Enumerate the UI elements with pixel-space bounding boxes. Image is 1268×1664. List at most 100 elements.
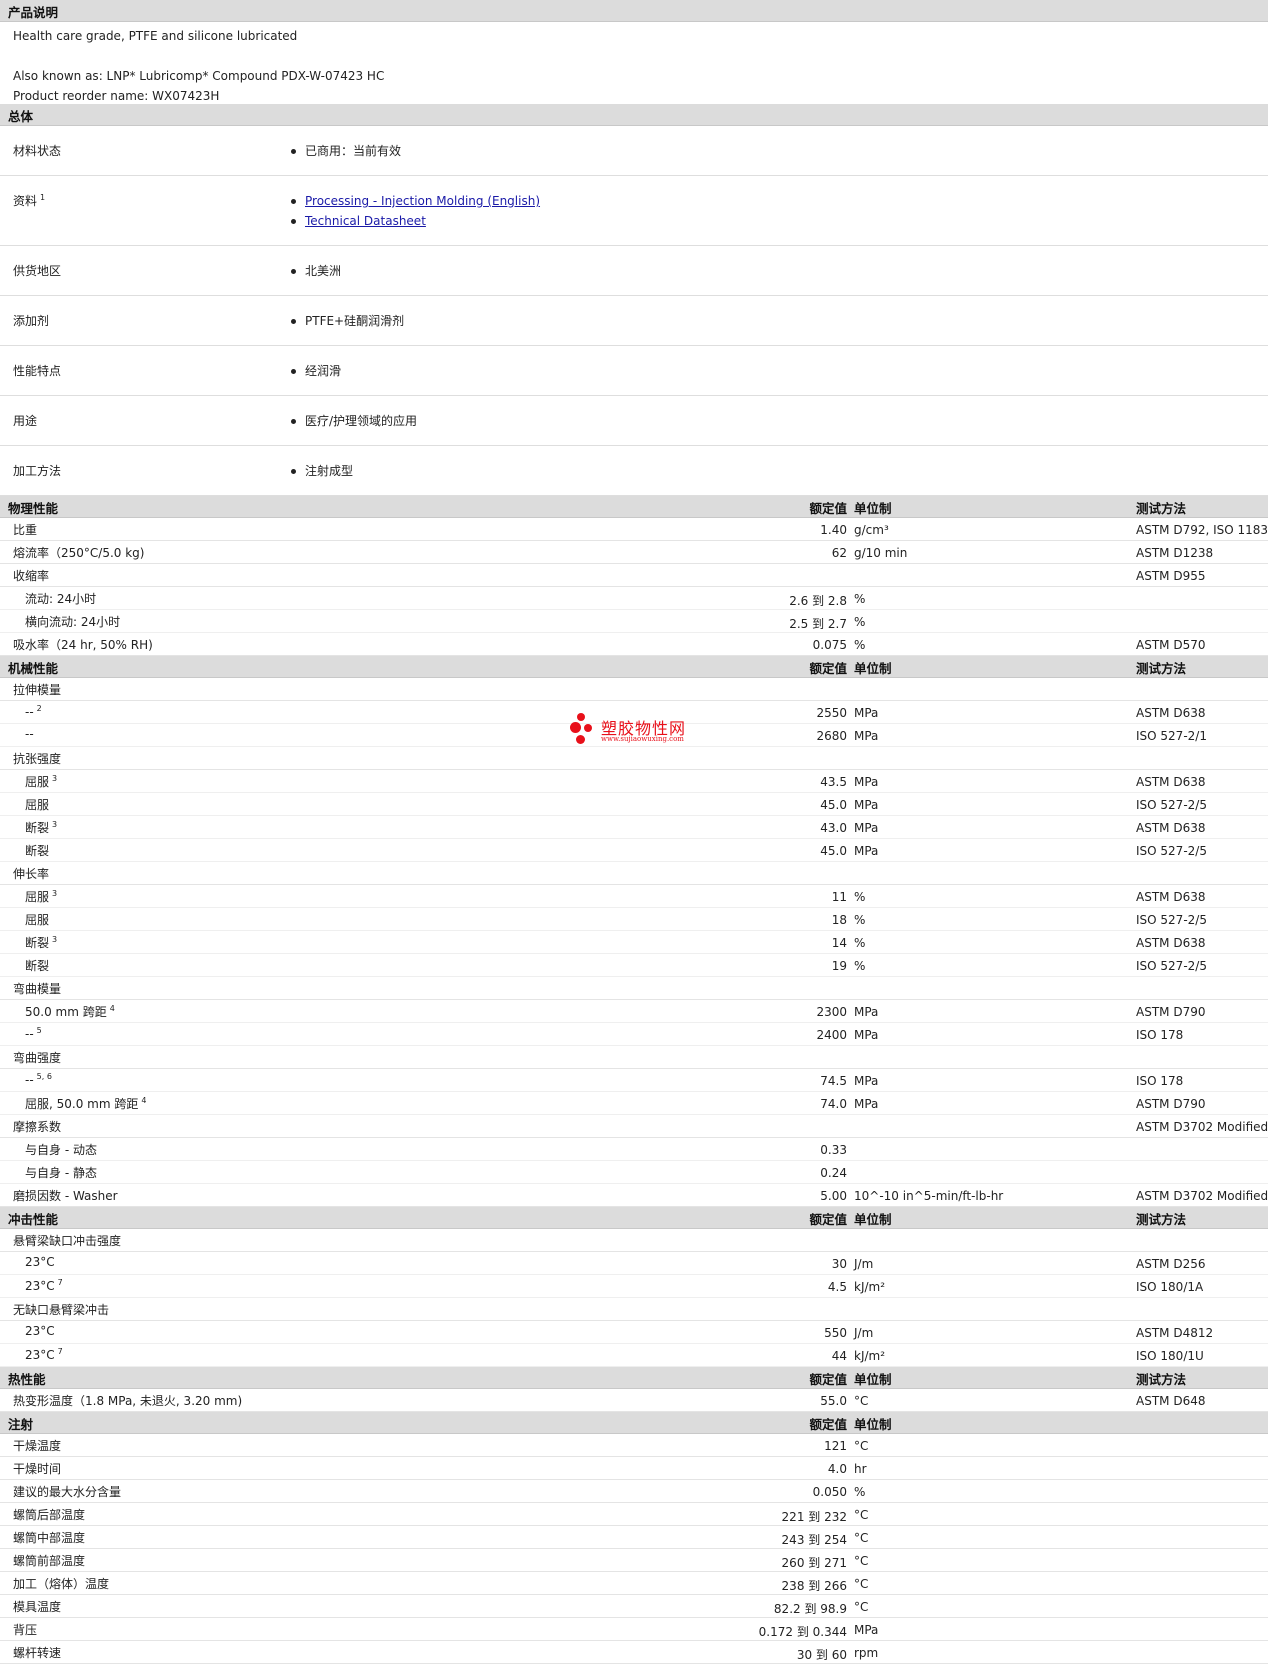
property-row: 屈服, 50.0 mm 跨距 4 74.0 MPa ASTM D790	[0, 1092, 1268, 1115]
test-method: ASTM D1238	[1136, 546, 1214, 560]
property-row: 横向流动: 24小时 2.5 到 2.7%	[0, 610, 1268, 633]
property-label: 流动: 24小时	[25, 590, 96, 607]
property-label: 断裂	[25, 957, 49, 974]
test-method: ASTM D638	[1136, 706, 1206, 720]
property-row: 屈服 3 43.5 MPa ASTM D638	[0, 770, 1268, 793]
property-row: 弯曲模量	[0, 977, 1268, 1000]
row-label: 性能特点	[13, 362, 61, 379]
document-link[interactable]: Processing - Injection Molding (English)	[305, 194, 540, 208]
property-label-text: 弯曲模量	[13, 982, 62, 996]
section-header-description: 产品说明	[0, 0, 1268, 22]
property-label-text: 热变形温度（1.8 MPa, 未退火, 3.20 mm)	[13, 1394, 243, 1408]
property-label-text: 断裂	[25, 821, 50, 835]
property-row: 干燥温度 121 °C	[0, 1434, 1268, 1457]
watermark-logo: 塑胶物性网 www.sujiaowuxing.com	[570, 713, 710, 747]
property-value: 260 到 271	[781, 1556, 847, 1570]
value-list: 医疗/护理领域的应用	[289, 408, 1268, 433]
section-title: 物理性能	[8, 501, 59, 516]
property-unit: 10^-10 in^5-min/ft-lb-hr	[854, 1189, 1004, 1203]
property-row: 断裂 45.0 MPa ISO 527-2/5	[0, 839, 1268, 862]
property-label: 屈服 3	[25, 888, 57, 905]
property-value: 221 到 232	[781, 1510, 847, 1524]
property-label: 熔流率（250°C/5.0 kg)	[13, 544, 144, 561]
general-row: 资料 1 Processing - Injection Molding (Engli…	[0, 188, 1268, 246]
document-link[interactable]: Technical Datasheet	[305, 214, 426, 228]
value-item: 注射成型	[289, 461, 1268, 481]
row-label: 材料状态	[13, 142, 61, 159]
property-label: 50.0 mm 跨距 4	[25, 1003, 115, 1020]
value-text: 经润滑	[305, 364, 342, 378]
property-row: 与自身 - 静态 0.24	[0, 1161, 1268, 1184]
test-method: ISO 527-2/1	[1136, 729, 1207, 743]
property-row: 熔流率（250°C/5.0 kg) 62 g/10 min ASTM D1238	[0, 541, 1268, 564]
column-header-method: 测试方法	[1136, 1212, 1187, 1227]
property-label-text: 屈服	[25, 913, 50, 927]
property-label-text: 屈服	[25, 798, 50, 812]
property-label-text: 屈服, 50.0 mm 跨距	[25, 1097, 139, 1111]
property-unit: MPa	[854, 798, 879, 812]
property-label-text: 伸长率	[13, 867, 50, 881]
section-header: 注射 额定值 单位制	[0, 1412, 1268, 1434]
property-unit: kJ/m²	[854, 1349, 886, 1363]
property-label: 屈服	[25, 911, 49, 928]
column-header-nominal: 额定值	[809, 661, 847, 676]
property-unit: MPa	[854, 1097, 879, 1111]
property-unit: MPa	[854, 821, 879, 835]
footnote-ref: 3	[52, 774, 58, 783]
column-header-unit: 单位制	[854, 501, 892, 516]
value-item: 已商用：当前有效	[289, 141, 1268, 161]
section-header: 冲击性能 额定值 单位制 测试方法	[0, 1207, 1268, 1229]
column-header-nominal: 额定值	[809, 501, 847, 516]
column-header-unit: 单位制	[854, 1372, 892, 1387]
property-row: 断裂 3 14% ASTM D638	[0, 931, 1268, 954]
property-unit: °C	[854, 1577, 869, 1591]
test-method: ISO 178	[1136, 1028, 1184, 1042]
property-label-text: 23°C	[25, 1279, 55, 1293]
property-row: 伸长率	[0, 862, 1268, 885]
property-unit: J/m	[854, 1257, 874, 1271]
property-label: 干燥温度	[13, 1437, 61, 1454]
property-label-text: --	[25, 1027, 34, 1041]
property-row: 干燥时间 4.0 hr	[0, 1457, 1268, 1480]
property-label: 比重	[13, 521, 37, 538]
section-title: 产品说明	[8, 5, 59, 20]
property-label: 23°C	[25, 1324, 55, 1338]
footnote-ref: 1	[40, 193, 46, 202]
property-label: 拉伸模量	[13, 681, 61, 698]
datasheet-page: 产品说明 Health care grade, PTFE and silicon…	[0, 0, 1268, 1664]
property-label: 抗张强度	[13, 750, 61, 767]
property-unit: %	[854, 638, 866, 652]
value-item: 北美洲	[289, 261, 1268, 281]
test-method: ISO 180/1U	[1136, 1349, 1204, 1363]
row-label: 资料 1	[13, 192, 45, 209]
property-row: 建议的最大水分含量 0.050%	[0, 1480, 1268, 1503]
property-label: 螺筒前部温度	[13, 1552, 85, 1569]
property-value: 45.0	[820, 798, 847, 812]
property-unit: °C	[854, 1554, 869, 1568]
footnote-ref: 3	[52, 935, 58, 944]
property-unit: MPa	[854, 1074, 879, 1088]
property-unit: MPa	[854, 1005, 879, 1019]
general-row: 加工方法 注射成型	[0, 458, 1268, 496]
property-row: 热变形温度（1.8 MPa, 未退火, 3.20 mm) 55.0 °C ASTM D…	[0, 1389, 1268, 1412]
column-header-unit: 单位制	[854, 661, 892, 676]
property-row: 背压 0.172 到 0.344 MPa	[0, 1618, 1268, 1641]
row-label: 添加剂	[13, 312, 49, 329]
property-label-text: 与自身 - 动态	[25, 1143, 97, 1157]
property-label-text: 23°C	[25, 1324, 55, 1338]
property-label-text: 干燥温度	[13, 1439, 62, 1453]
general-row: 供货地区 北美洲	[0, 258, 1268, 296]
property-label: 23°C 7	[25, 1278, 63, 1293]
property-label: 摩擦系数	[13, 1118, 61, 1135]
property-value: 121	[824, 1439, 847, 1453]
property-label: 屈服	[25, 796, 49, 813]
property-label: 与自身 - 动态	[25, 1141, 97, 1158]
property-row: 螺筒后部温度 221 到 232 °C	[0, 1503, 1268, 1526]
test-method: ASTM D638	[1136, 821, 1206, 835]
property-unit: %	[854, 615, 866, 629]
test-method: ASTM D792, ISO 1183	[1136, 523, 1268, 537]
property-label: 热变形温度（1.8 MPa, 未退火, 3.20 mm)	[13, 1392, 242, 1409]
test-method: ASTM D638	[1136, 890, 1206, 904]
footnote-ref: 4	[141, 1096, 147, 1105]
property-label-text: 断裂	[25, 959, 50, 973]
